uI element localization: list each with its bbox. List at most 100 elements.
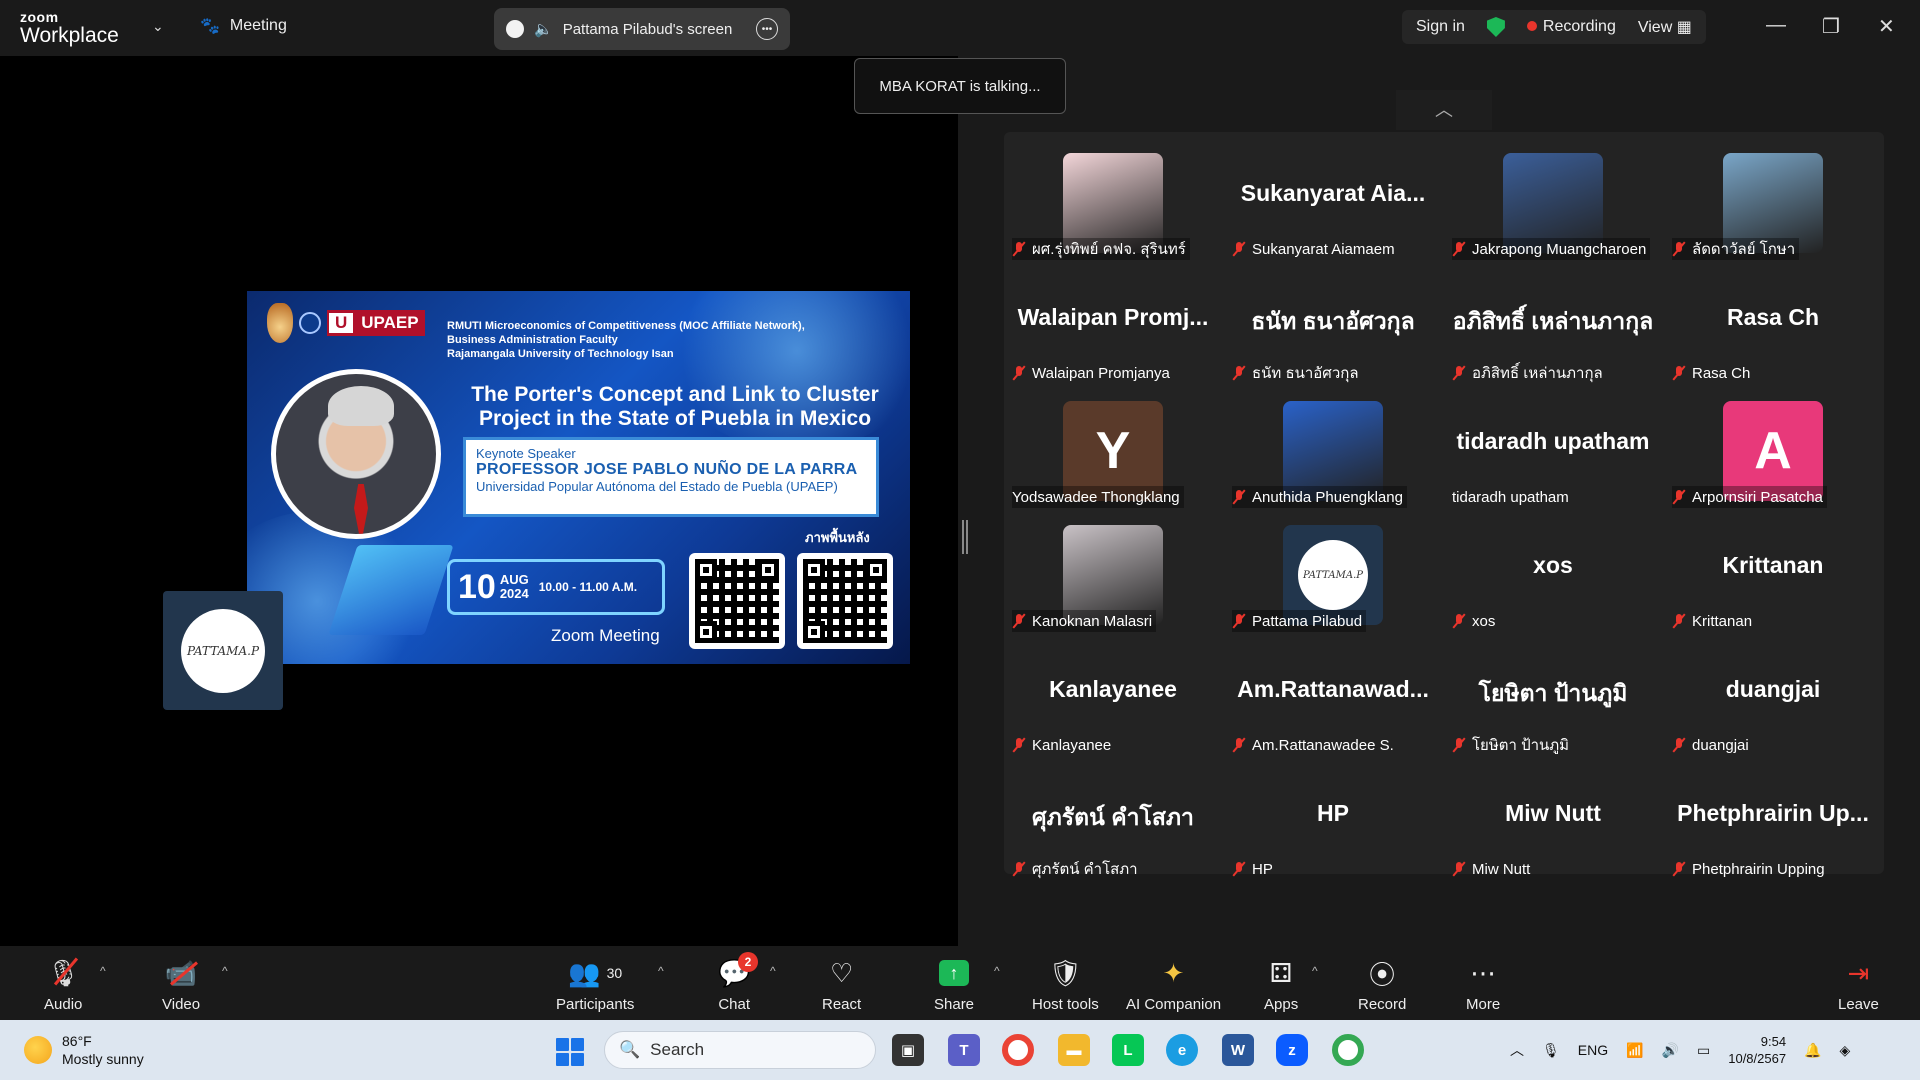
meeting-info-button[interactable]: 🐾 Meeting: [200, 16, 287, 36]
participant-tile[interactable]: tidaradh upatham tidaradh upatham: [1444, 388, 1662, 508]
microphone-icon[interactable]: 🎙: [1542, 1042, 1560, 1059]
mic-muted-icon: 🎙: [47, 954, 80, 992]
windows-start-icon[interactable]: [556, 1038, 584, 1066]
participant-tile[interactable]: Miw Nutt Miw Nutt: [1444, 760, 1662, 880]
file-explorer-icon[interactable]: ▬: [1058, 1034, 1090, 1066]
chrome-profile-icon[interactable]: [1332, 1034, 1364, 1066]
wifi-icon[interactable]: 📶: [1626, 1042, 1643, 1059]
participant-tile[interactable]: duangjai duangjai: [1664, 636, 1882, 756]
participant-tile[interactable]: Kanoknan Malasri: [1004, 512, 1222, 632]
apps-options-caret[interactable]: ^: [1312, 964, 1318, 978]
sign-in-button[interactable]: Sign in: [1416, 18, 1465, 36]
participant-name: ธนัท ธนาอัศวกุล: [1252, 365, 1359, 382]
chat-options-caret[interactable]: ^: [770, 964, 776, 978]
participant-name: อภิสิทธิ์ เหล่านภากุล: [1472, 365, 1603, 382]
participant-tile[interactable]: A Arpornsiri Pasatcha: [1664, 388, 1882, 508]
avatar-logo: PATTAMA.P: [1298, 540, 1368, 610]
participant-tile[interactable]: HP HP: [1224, 760, 1442, 880]
screen-share-pill[interactable]: 🔈 Pattama Pilabud's screen •••: [494, 8, 790, 50]
participant-tile[interactable]: Krittanan Krittanan: [1664, 512, 1882, 632]
participant-tile[interactable]: ลัดดาวัลย์ โกษา: [1664, 140, 1882, 260]
line-icon[interactable]: L: [1112, 1034, 1144, 1066]
participant-name: xos: [1472, 612, 1496, 630]
panel-resize-handle[interactable]: [962, 520, 968, 554]
close-icon[interactable]: ✕: [1878, 14, 1895, 39]
participant-name-label: Kanoknan Malasri: [1012, 610, 1157, 632]
minimize-icon[interactable]: —: [1766, 14, 1786, 37]
leave-button[interactable]: ⇥ Leave: [1838, 954, 1879, 1014]
notification-bell-icon[interactable]: 🔔: [1804, 1042, 1821, 1059]
participant-tile[interactable]: Y Yodsawadee Thongklang: [1004, 388, 1222, 508]
video-options-caret[interactable]: ^: [222, 964, 228, 978]
video-button[interactable]: 📹 Video: [162, 954, 200, 1014]
participants-button[interactable]: 👥 30 Participants: [556, 954, 635, 1014]
participant-name-label: Sukanyarat Aiamaem: [1232, 238, 1399, 260]
edge-icon[interactable]: e: [1166, 1034, 1198, 1066]
record-button[interactable]: ⦿ Record: [1358, 954, 1406, 1014]
task-view-icon[interactable]: ▣: [892, 1034, 924, 1066]
more-options-icon[interactable]: •••: [756, 18, 778, 40]
volume-icon[interactable]: 🔊: [1662, 1042, 1679, 1059]
chevron-down-icon[interactable]: ⌄: [152, 18, 164, 35]
more-label: More: [1466, 996, 1501, 1013]
apps-button[interactable]: ⚃ Apps: [1264, 954, 1298, 1014]
participants-options-caret[interactable]: ^: [658, 964, 664, 978]
zoom-app-icon[interactable]: z: [1276, 1034, 1308, 1066]
mic-muted-icon: [1232, 365, 1246, 381]
share-options-caret[interactable]: ^: [994, 964, 1000, 978]
participant-tile[interactable]: Jakrapong Muangcharoen: [1444, 140, 1662, 260]
clock[interactable]: 9:54 10/8/2567: [1728, 1033, 1786, 1067]
word-icon[interactable]: W: [1222, 1034, 1254, 1066]
encryption-shield-icon[interactable]: [1486, 17, 1505, 37]
participant-name: ศุภรัตน์ คำโสภา: [1032, 861, 1138, 878]
chrome-icon[interactable]: [1002, 1034, 1034, 1066]
chevron-up-icon[interactable]: ︿: [1396, 90, 1492, 130]
participant-tile[interactable]: Am.Rattanawad... Am.Rattanawadee S.: [1224, 636, 1442, 756]
org-line: Business Administration Faculty: [447, 334, 618, 346]
teams-icon[interactable]: T: [948, 1034, 980, 1066]
zoom-logo: zoom Workplace: [20, 10, 119, 46]
share-button[interactable]: ↑ Share: [934, 954, 974, 1013]
weather-widget[interactable]: 86°F Mostly sunny: [24, 1032, 144, 1068]
participant-tile[interactable]: อภิสิทธิ์ เหล่านภากุล อภิสิทธิ์ เหล่านภาก…: [1444, 264, 1662, 384]
taskbar-search[interactable]: 🔍 Search: [604, 1031, 876, 1069]
system-tray: ︿ 🎙 ENG 📶 🔊 ▭ 9:54 10/8/2567 🔔 ◈: [1510, 1020, 1850, 1080]
audio-options-caret[interactable]: ^: [100, 964, 106, 978]
view-button[interactable]: View ▦: [1638, 17, 1692, 37]
copilot-icon[interactable]: ◈: [1840, 1042, 1851, 1059]
participant-name-label: Yodsawadee Thongklang: [1012, 486, 1184, 508]
participants-label: Participants: [556, 996, 635, 1013]
more-button[interactable]: ⋯ More: [1466, 954, 1501, 1014]
participant-tile[interactable]: Walaipan Promj... Walaipan Promjanya: [1004, 264, 1222, 384]
participant-tile[interactable]: ธนัท ธนาอัศวกุล ธนัท ธนาอัศวกุล: [1224, 264, 1442, 384]
participant-name-label: Pattama Pilabud: [1232, 610, 1367, 632]
restore-icon[interactable]: ❐: [1822, 14, 1840, 39]
self-view-thumbnail[interactable]: PATTAMA.P: [163, 591, 283, 710]
participant-name-label: ธนัท ธนาอัศวกุล: [1232, 362, 1363, 384]
active-speaker-toast: MBA KORAT is talking...: [854, 58, 1066, 114]
mic-muted-icon: [1672, 613, 1686, 629]
participant-tile[interactable]: Anuthida Phuengklang: [1224, 388, 1442, 508]
participant-tile[interactable]: Rasa Ch Rasa Ch: [1664, 264, 1882, 384]
share-label: Share: [934, 996, 975, 1013]
language-indicator[interactable]: ENG: [1578, 1042, 1608, 1058]
chat-button[interactable]: 💬 2 Chat: [718, 952, 758, 1013]
participant-tile[interactable]: PATTAMA.P Pattama Pilabud: [1224, 512, 1442, 632]
chevron-up-icon[interactable]: ︿: [1510, 1040, 1524, 1060]
view-grid-icon: ▦: [1676, 19, 1692, 36]
recording-indicator[interactable]: Recording: [1526, 18, 1616, 36]
participant-tile[interactable]: ศุภรัตน์ คำโสภา ศุภรัตน์ คำโสภา: [1004, 760, 1222, 880]
participant-tile[interactable]: โยษิตา ป้านภูมิ โยษิตา ป้านภูมิ: [1444, 636, 1662, 756]
audio-button[interactable]: 🎙 Audio: [44, 954, 82, 1014]
participant-tile[interactable]: Sukanyarat Aia... Sukanyarat Aiamaem: [1224, 140, 1442, 260]
participant-tile[interactable]: ผศ.รุ่งทิพย์ คฟจ. สุรินทร์: [1004, 140, 1222, 260]
participant-tile[interactable]: xos xos: [1444, 512, 1662, 632]
participant-name: Jakrapong Muangcharoen: [1472, 240, 1647, 258]
host-tools-button[interactable]: 🛡 Host tools: [1032, 954, 1099, 1014]
keynote-box: Keynote Speaker PROFESSOR JOSE PABLO NUÑ…: [463, 437, 879, 517]
ai-companion-button[interactable]: ✦ AI Companion: [1126, 954, 1221, 1014]
react-button[interactable]: ♡ React: [822, 954, 861, 1014]
participant-tile[interactable]: Kanlayanee Kanlayanee: [1004, 636, 1222, 756]
battery-icon[interactable]: ▭: [1697, 1042, 1710, 1059]
participant-tile[interactable]: Phetphrairin Up... Phetphrairin Upping: [1664, 760, 1882, 880]
